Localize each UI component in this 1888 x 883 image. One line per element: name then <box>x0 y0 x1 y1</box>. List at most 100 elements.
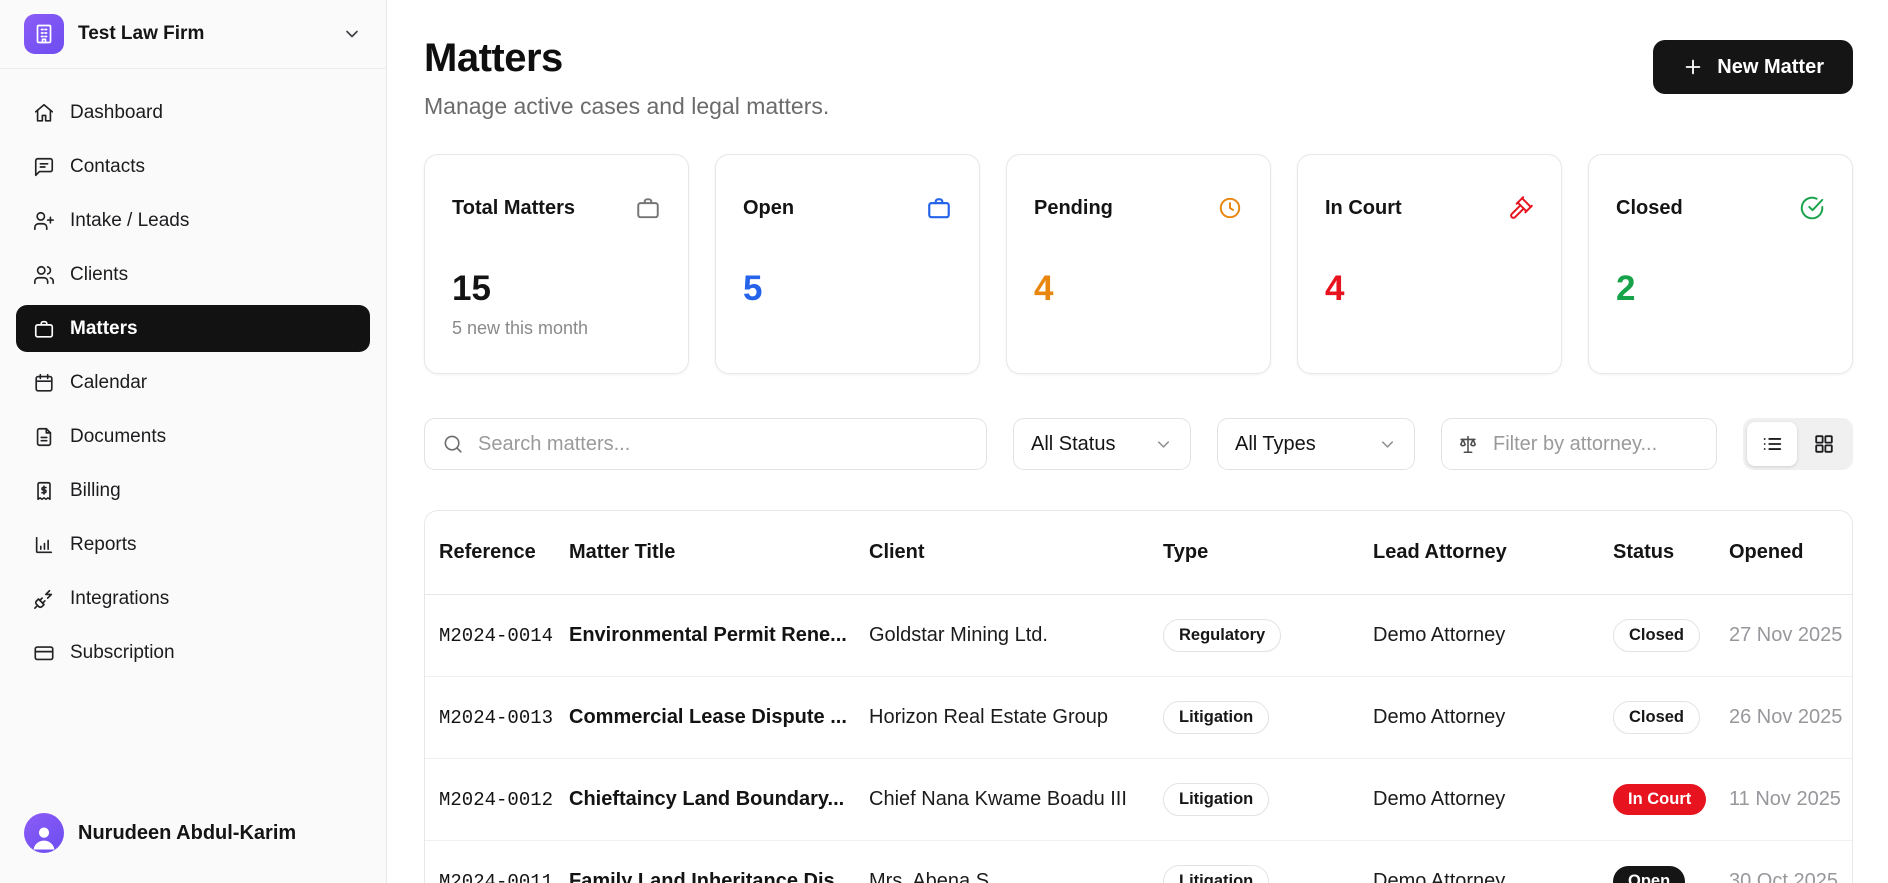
matter-status: In Court <box>1613 784 1729 815</box>
scales-icon <box>1459 435 1477 454</box>
sidebar-item-calendar[interactable]: Calendar <box>16 359 370 406</box>
sidebar-item-clients[interactable]: Clients <box>16 251 370 298</box>
column-header-status: Status <box>1613 541 1675 563</box>
matter-type: Regulatory <box>1163 619 1373 652</box>
column-header-matter-title: Matter Title <box>569 541 676 563</box>
matter-title: Family Land Inheritance Dis... <box>569 870 852 883</box>
search-box <box>424 418 987 470</box>
status-badge: Closed <box>1613 701 1701 734</box>
app-window: Test Law Firm Dashboard Contacts Intake … <box>0 0 1888 883</box>
sidebar-item-label: Clients <box>70 263 129 285</box>
matter-opened: 26 Nov 2025 <box>1729 706 1842 728</box>
bar-chart-icon <box>33 534 55 556</box>
list-view-button[interactable] <box>1747 422 1797 466</box>
column-header-lead-attorney: Lead Attorney <box>1373 541 1507 563</box>
column-header-type: Type <box>1163 541 1209 563</box>
sidebar-item-documents[interactable]: Documents <box>16 413 370 460</box>
matter-opened: 11 Nov 2025 <box>1729 788 1841 810</box>
matter-status: Closed <box>1613 619 1729 652</box>
stat-card-pending: Pending 4 <box>1006 154 1271 374</box>
sidebar-item-billing[interactable]: Billing <box>16 467 370 514</box>
table-row[interactable]: M2024-0014 Environmental Permit Rene... … <box>425 595 1852 677</box>
type-badge: Litigation <box>1163 783 1270 816</box>
receipt-dollar-icon <box>33 480 55 502</box>
building-icon <box>36 24 52 44</box>
sidebar-item-integrations[interactable]: Integrations <box>16 575 370 622</box>
user-menu[interactable]: Nurudeen Abdul-Karim <box>0 791 386 883</box>
table-header-row: Reference Matter Title Client Type Lead … <box>425 511 1852 595</box>
sidebar-item-subscription[interactable]: Subscription <box>16 629 370 676</box>
matter-client: Mrs. Abena S... <box>869 870 1006 883</box>
matter-type: Litigation <box>1163 701 1373 734</box>
type-filter-select[interactable]: All Types <box>1217 418 1415 470</box>
avatar <box>24 813 64 853</box>
stat-value: 15 <box>452 269 491 308</box>
sidebar-item-intake-leads[interactable]: Intake / Leads <box>16 197 370 244</box>
status-badge: In Court <box>1613 784 1707 815</box>
sidebar-item-reports[interactable]: Reports <box>16 521 370 568</box>
sidebar-item-label: Contacts <box>70 155 145 177</box>
sidebar-item-dashboard[interactable]: Dashboard <box>16 89 370 136</box>
matter-opened: 27 Nov 2025 <box>1729 624 1842 646</box>
sidebar-nav: Dashboard Contacts Intake / Leads Client… <box>0 69 386 791</box>
stat-value: 5 <box>743 269 763 308</box>
stat-value: 4 <box>1325 269 1345 308</box>
matter-title: Environmental Permit Rene... <box>569 624 847 646</box>
credit-card-icon <box>33 642 55 664</box>
briefcase-icon <box>33 318 55 340</box>
sidebar-item-label: Calendar <box>70 371 148 393</box>
sidebar-item-label: Matters <box>70 317 138 339</box>
table-row[interactable]: M2024-0011 Family Land Inheritance Dis..… <box>425 841 1852 883</box>
matter-attorney: Demo Attorney <box>1373 706 1506 728</box>
stat-card-open: Open 5 <box>715 154 980 374</box>
stat-label: Total Matters <box>452 196 575 219</box>
stat-label: Open <box>743 196 795 219</box>
page-header: Matters Manage active cases and legal ma… <box>424 28 1853 120</box>
status-filter-select[interactable]: All Status <box>1013 418 1191 470</box>
matter-type: Litigation <box>1163 783 1373 816</box>
sidebar-item-label: Subscription <box>70 641 175 663</box>
users-icon <box>33 264 55 286</box>
search-icon <box>444 435 462 453</box>
type-badge: Litigation <box>1163 701 1270 734</box>
sidebar-item-label: Integrations <box>70 587 170 609</box>
new-matter-button[interactable]: New Matter <box>1653 40 1853 94</box>
search-input[interactable] <box>476 431 969 457</box>
matter-status: Open <box>1613 866 1729 883</box>
grid-icon <box>1815 435 1833 453</box>
type-badge: Regulatory <box>1163 619 1282 652</box>
matter-client: Goldstar Mining Ltd. <box>869 624 1048 646</box>
table-row[interactable]: M2024-0012 Chieftaincy Land Boundary... … <box>425 759 1852 841</box>
calendar-icon <box>33 372 55 394</box>
list-icon <box>1763 438 1782 450</box>
matter-attorney: Demo Attorney <box>1373 788 1506 810</box>
plug-icon <box>33 588 55 610</box>
table-row[interactable]: M2024-0013 Commercial Lease Dispute ... … <box>425 677 1852 759</box>
matter-attorney: Demo Attorney <box>1373 870 1506 883</box>
sidebar-item-label: Reports <box>70 533 137 555</box>
user-name: Nurudeen Abdul-Karim <box>78 821 297 844</box>
matter-reference: M2024-0013 <box>439 706 554 729</box>
stats-row: Total Matters 15 5 new this month Open 5… <box>424 154 1853 374</box>
stat-card-closed: Closed 2 <box>1588 154 1853 374</box>
grid-view-button[interactable] <box>1799 422 1849 466</box>
matter-title: Chieftaincy Land Boundary... <box>569 788 845 810</box>
gavel-icon <box>1508 195 1534 221</box>
stat-subtext: 5 new this month <box>452 318 589 338</box>
chevron-down-icon <box>1157 440 1170 448</box>
matter-type: Litigation <box>1163 865 1373 883</box>
sidebar-item-label: Intake / Leads <box>70 209 190 231</box>
sidebar-item-label: Dashboard <box>70 101 163 123</box>
attorney-filter-input[interactable] <box>1491 431 1701 457</box>
clock-icon <box>1217 195 1243 221</box>
sidebar-item-contacts[interactable]: Contacts <box>16 143 370 190</box>
sidebar-item-matters[interactable]: Matters <box>16 305 370 352</box>
filter-bar: All Status All Types <box>424 418 1853 470</box>
sidebar-item-label: Documents <box>70 425 167 447</box>
user-plus-icon <box>33 210 55 232</box>
matter-client: Chief Nana Kwame Boadu III <box>869 788 1127 810</box>
matter-opened: 30 Oct 2025 <box>1729 870 1838 883</box>
org-switcher[interactable]: Test Law Firm <box>0 0 386 69</box>
status-badge: Closed <box>1613 619 1701 652</box>
sidebar-item-label: Billing <box>70 479 121 501</box>
